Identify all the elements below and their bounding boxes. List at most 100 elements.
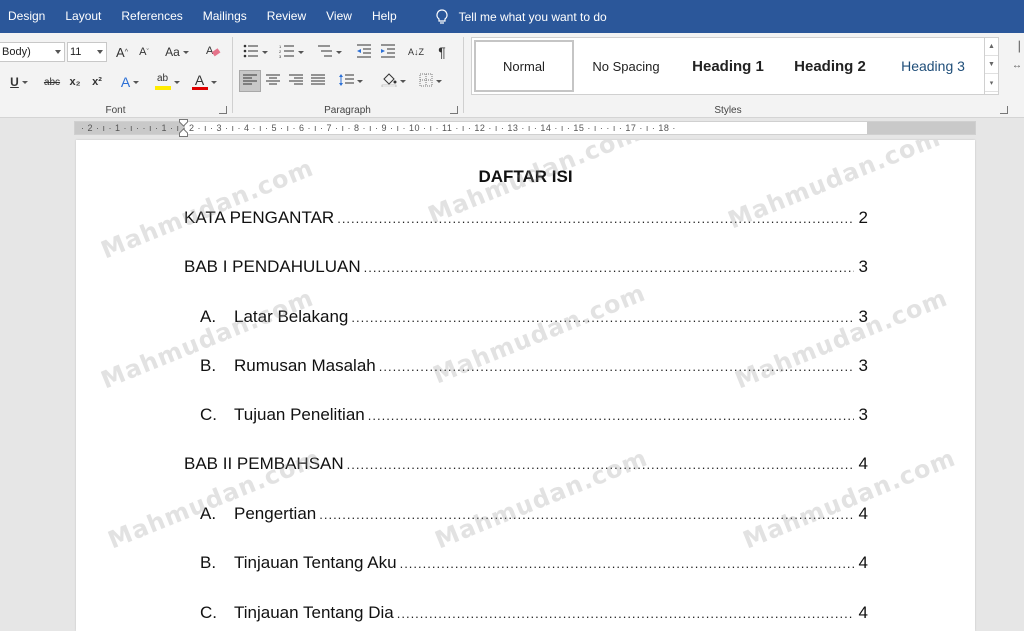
shading-button[interactable] bbox=[378, 71, 408, 91]
toc-page-number: 4 bbox=[858, 504, 868, 523]
font-name-value: Body) bbox=[2, 46, 31, 58]
font-color-button[interactable]: A bbox=[188, 72, 220, 92]
ribbon: Body) 11 A ^ Aˇ Aa A U abc x₂ x² A ab A F… bbox=[0, 33, 1024, 118]
toc-leader-dots bbox=[368, 408, 854, 423]
font-size-dropdown[interactable]: 11 bbox=[67, 42, 107, 62]
style-heading-2[interactable]: Heading 2 bbox=[778, 40, 882, 92]
toc-entry-text: Tujuan Penelitian bbox=[234, 405, 365, 424]
numbering-icon: 123 bbox=[279, 44, 295, 61]
font-dialog-launcher-icon[interactable] bbox=[219, 106, 227, 114]
bullets-button[interactable] bbox=[240, 42, 270, 62]
tell-me-search[interactable]: Tell me what you want to do bbox=[435, 8, 607, 25]
toc-entry-text: Rumusan Masalah bbox=[234, 356, 376, 375]
tab-design[interactable]: Design bbox=[0, 0, 55, 33]
bullets-icon bbox=[243, 44, 259, 61]
subscript-button[interactable]: x₂ bbox=[66, 72, 84, 92]
toc-entry-letter: C. bbox=[200, 603, 217, 622]
text-effects-icon: A bbox=[120, 74, 131, 90]
toc-entry-letter: A. bbox=[200, 504, 217, 523]
toc-entry-text: Tinjauan Tentang Dia bbox=[234, 603, 394, 622]
text-effects-button[interactable]: A bbox=[115, 72, 145, 92]
tab-mailings[interactable]: Mailings bbox=[193, 0, 257, 33]
highlight-text: ab bbox=[156, 73, 169, 84]
sort-button[interactable]: A↓Z bbox=[406, 42, 426, 62]
ruler-ticks: · 2 · ı · 1 · ı · · ı · 1 · ı · 2 · ı · … bbox=[81, 123, 676, 133]
styles-scroll-up-icon[interactable]: ▲ bbox=[985, 38, 998, 56]
underline-icon: U bbox=[10, 75, 19, 89]
toc-entry-text: Latar Belakang bbox=[234, 307, 349, 326]
underline-button[interactable]: U bbox=[6, 72, 32, 92]
ribbon-side-icon[interactable]: ↔ bbox=[1012, 57, 1024, 75]
font-name-dropdown[interactable]: Body) bbox=[0, 42, 65, 62]
line-spacing-button[interactable] bbox=[335, 71, 365, 91]
strikethrough-button[interactable]: abc bbox=[40, 72, 64, 92]
borders-icon bbox=[419, 73, 433, 90]
borders-button[interactable] bbox=[415, 71, 445, 91]
ruler-area: · 2 · ı · 1 · ı · · ı · 1 · ı · 2 · ı · … bbox=[0, 118, 1024, 140]
toc-leader-dots bbox=[397, 606, 854, 621]
tab-help[interactable]: Help bbox=[362, 0, 407, 33]
clear-formatting-button[interactable]: A bbox=[204, 42, 222, 62]
align-center-button[interactable] bbox=[263, 71, 283, 91]
multilevel-list-button[interactable] bbox=[314, 42, 344, 62]
change-case-icon: Aa bbox=[165, 45, 180, 59]
tab-review[interactable]: Review bbox=[257, 0, 316, 33]
ribbon-side-icon[interactable]: ▕ bbox=[1012, 39, 1024, 57]
style-heading-3[interactable]: Heading 3 bbox=[882, 40, 984, 92]
toc-page-number: 3 bbox=[858, 356, 868, 375]
toc-entry-text: Tinjauan Tentang Aku bbox=[234, 553, 397, 572]
increase-indent-button[interactable] bbox=[378, 42, 398, 62]
styles-dialog-launcher-icon[interactable] bbox=[1000, 106, 1008, 114]
justify-icon bbox=[311, 74, 325, 89]
toc-entry: B. Tinjauan Tentang Aku 4 bbox=[200, 553, 868, 575]
document-title: DAFTAR ISI bbox=[478, 167, 573, 186]
justify-button[interactable] bbox=[308, 71, 328, 91]
subscript-icon: x₂ bbox=[69, 76, 81, 88]
style-heading-1[interactable]: Heading 1 bbox=[678, 40, 778, 92]
toc-page-number: 4 bbox=[858, 603, 868, 622]
font-group-label: Font bbox=[105, 105, 126, 116]
superscript-icon: x² bbox=[92, 76, 102, 88]
style-normal[interactable]: Normal bbox=[474, 40, 574, 92]
eraser-icon: A bbox=[205, 43, 221, 62]
style-no-spacing[interactable]: No Spacing bbox=[578, 40, 674, 92]
styles-more-icon[interactable]: ▾ bbox=[985, 74, 998, 92]
ribbon-side-controls: ▕ ↔ bbox=[1012, 39, 1024, 75]
font-color-letter: A bbox=[194, 72, 205, 88]
toc-page-number: 3 bbox=[858, 257, 868, 276]
toc-entry: BAB I PENDAHULUAN 3 bbox=[184, 257, 868, 279]
toc-leader-dots bbox=[319, 507, 854, 522]
tab-layout[interactable]: Layout bbox=[55, 0, 111, 33]
decrease-indent-button[interactable] bbox=[354, 42, 374, 62]
styles-scroll-down-icon[interactable]: ▼ bbox=[985, 56, 998, 74]
highlight-color-button[interactable]: ab bbox=[151, 72, 183, 92]
horizontal-ruler[interactable]: · 2 · ı · 1 · ı · · ı · 1 · ı · 2 · ı · … bbox=[74, 121, 976, 135]
increase-indent-icon bbox=[380, 44, 396, 61]
align-right-button[interactable] bbox=[286, 71, 306, 91]
change-case-button[interactable]: Aa bbox=[162, 42, 192, 62]
paragraph-dialog-launcher-icon[interactable] bbox=[450, 106, 458, 114]
toc-entry-letter: C. bbox=[200, 405, 217, 424]
toc-entry-letter: A. bbox=[200, 307, 217, 326]
pilcrow-icon: ¶ bbox=[438, 44, 446, 60]
svg-text:A: A bbox=[206, 45, 214, 57]
strikethrough-icon: abc bbox=[43, 76, 61, 88]
tab-references[interactable]: References bbox=[111, 0, 192, 33]
grow-font-button[interactable]: A ^ bbox=[114, 42, 130, 62]
align-left-button[interactable] bbox=[239, 70, 261, 92]
tab-view[interactable]: View bbox=[316, 0, 362, 33]
shrink-font-button[interactable]: Aˇ bbox=[136, 42, 152, 62]
toc-entry-text: Pengertian bbox=[234, 504, 317, 523]
toc-entry-letter: B. bbox=[200, 356, 217, 375]
styles-gallery: Normal No Spacing Heading 1 Heading 2 He… bbox=[471, 37, 999, 95]
paragraph-group: 123 A↓Z ¶ Paragraph bbox=[233, 33, 462, 118]
svg-text:3: 3 bbox=[279, 54, 282, 58]
line-spacing-icon bbox=[338, 73, 354, 90]
toc-leader-dots bbox=[351, 310, 854, 325]
indent-marker-icon[interactable] bbox=[179, 119, 188, 137]
show-formatting-button[interactable]: ¶ bbox=[433, 42, 451, 62]
font-size-value: 11 bbox=[70, 46, 82, 58]
numbering-button[interactable]: 123 bbox=[276, 42, 306, 62]
document-page[interactable]: DAFTAR ISI KATA PENGANTAR 2 BAB I PENDAH… bbox=[76, 140, 975, 631]
superscript-button[interactable]: x² bbox=[88, 72, 106, 92]
